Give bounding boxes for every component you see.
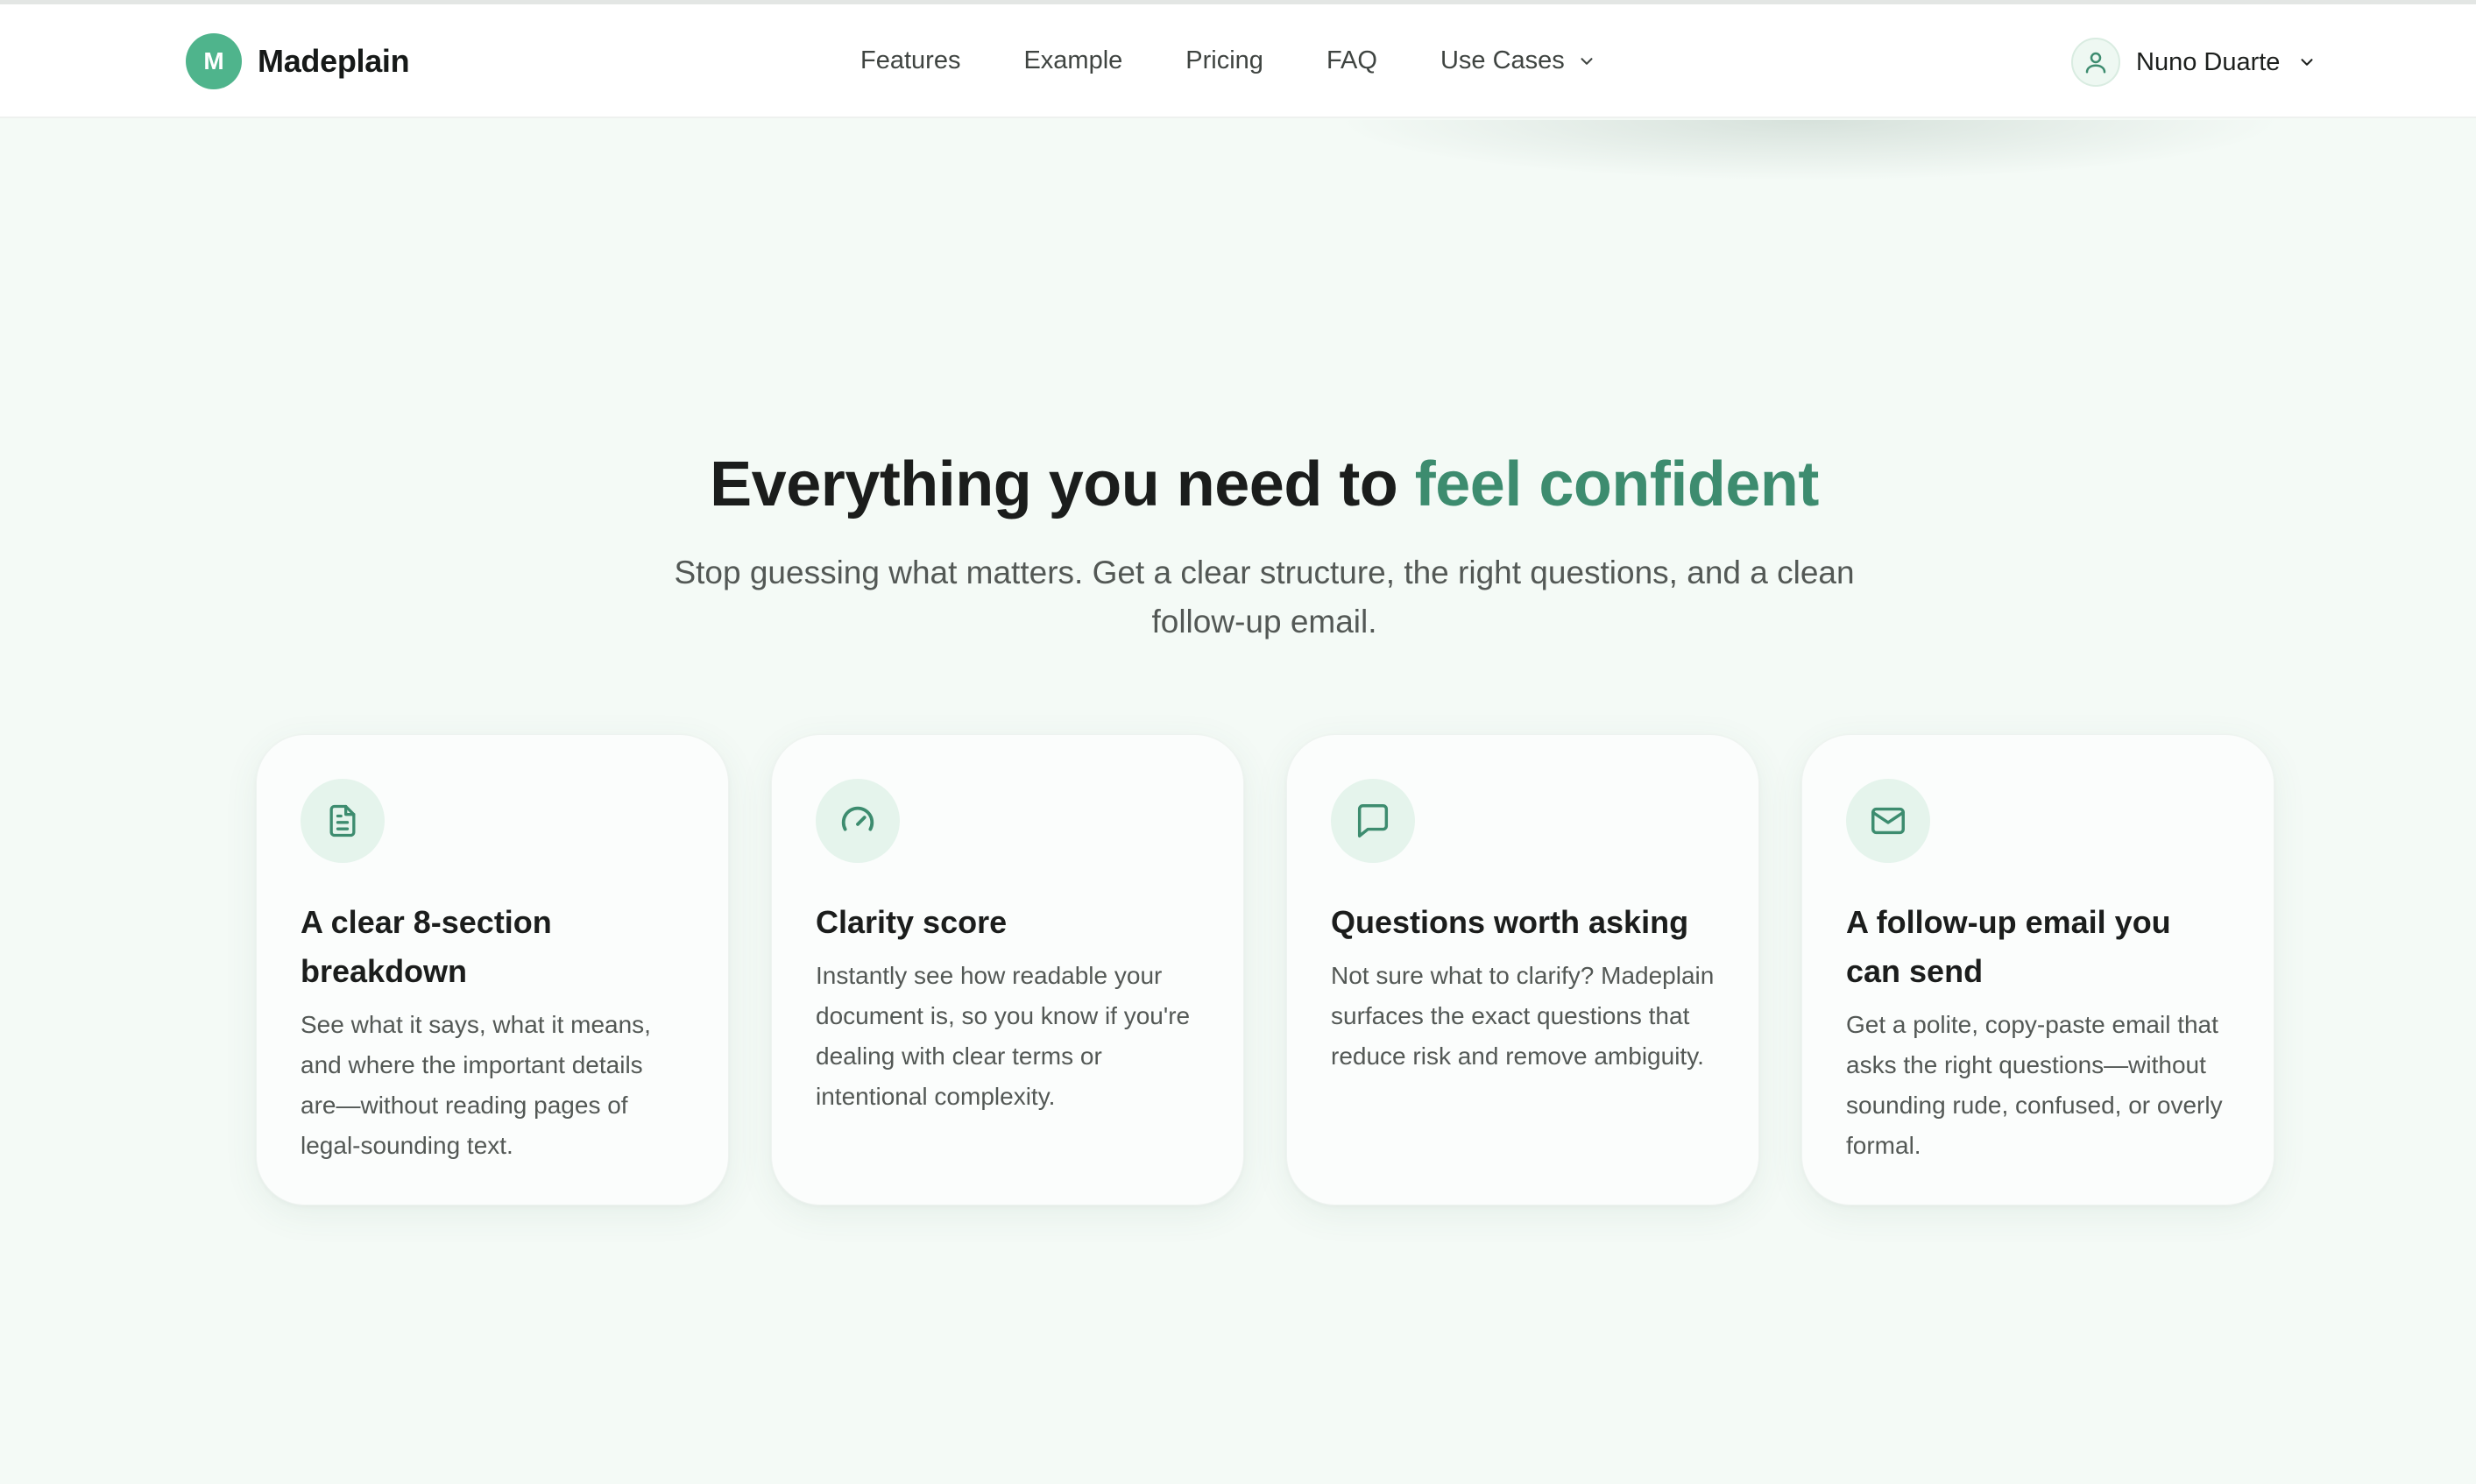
feature-card-breakdown: A clear 8-section breakdown See what it … <box>256 734 729 1205</box>
section-subtitle: Stop guessing what matters. Get a clear … <box>674 555 1855 640</box>
feature-icon-badge <box>1846 779 1930 863</box>
navbar: M Madeplain Features Example Pricing FAQ… <box>0 4 2476 118</box>
nav-dropdown-label: Use Cases <box>1440 46 1565 74</box>
feature-card-questions: Questions worth asking Not sure what to … <box>1286 734 1759 1205</box>
feature-title: Clarity score <box>816 904 1008 940</box>
nav-link-pricing[interactable]: Pricing <box>1185 46 1263 75</box>
feature-text: Not sure what to clarify? Madeplain surf… <box>1331 962 1715 1070</box>
feature-title: A clear 8-section breakdown <box>301 904 552 989</box>
feature-title: A follow-up email you can send <box>1846 904 2171 989</box>
document-icon <box>329 804 356 837</box>
feature-icon-badge <box>301 779 385 863</box>
nav-link-example[interactable]: Example <box>1023 46 1122 75</box>
nav-link-features[interactable]: Features <box>860 46 960 75</box>
main-nav: Features Example Pricing FAQ Use Cases <box>860 46 1596 75</box>
feature-text: Instantly see how readable your document… <box>816 962 1191 1110</box>
nav-link-faq[interactable]: FAQ <box>1326 46 1377 75</box>
chevron-down-icon <box>2301 59 2313 66</box>
user-name: Nuno Duarte <box>2136 47 2281 76</box>
heading-accent: feel confident <box>1414 449 1820 519</box>
gauge-icon <box>841 806 874 831</box>
feature-text: Get a polite, copy-paste email that asks… <box>1846 1011 2223 1159</box>
feature-text: See what it says, what it means, and whe… <box>301 1011 651 1159</box>
dropdown-shadow <box>1332 120 2287 181</box>
mail-icon <box>1871 807 1905 835</box>
avatar <box>2071 38 2120 87</box>
chevron-down-icon <box>1581 57 1593 65</box>
brand-name: Madeplain <box>258 43 410 79</box>
feature-icon-badge <box>816 779 900 863</box>
nav-dropdown-use-cases[interactable]: Use Cases <box>1440 46 1596 75</box>
feature-icon-badge <box>1331 779 1415 863</box>
heading-plain: Everything you need to <box>710 449 1415 519</box>
section-heading: Everything you need to feel confident <box>0 449 2476 520</box>
brand-logo-link[interactable]: M Madeplain <box>186 33 410 89</box>
feature-card-follow-up-email: A follow-up email you can send Get a pol… <box>1801 734 2274 1205</box>
feature-card-clarity-score: Clarity score Instantly see how readable… <box>771 734 1244 1205</box>
feature-cards: A clear 8-section breakdown See what it … <box>256 734 2274 1205</box>
feature-title: Questions worth asking <box>1331 904 1689 940</box>
logo-mark: M <box>186 33 242 89</box>
user-menu[interactable]: Nuno Duarte <box>2071 38 2317 87</box>
message-icon <box>1357 804 1389 837</box>
user-icon <box>2085 52 2106 74</box>
